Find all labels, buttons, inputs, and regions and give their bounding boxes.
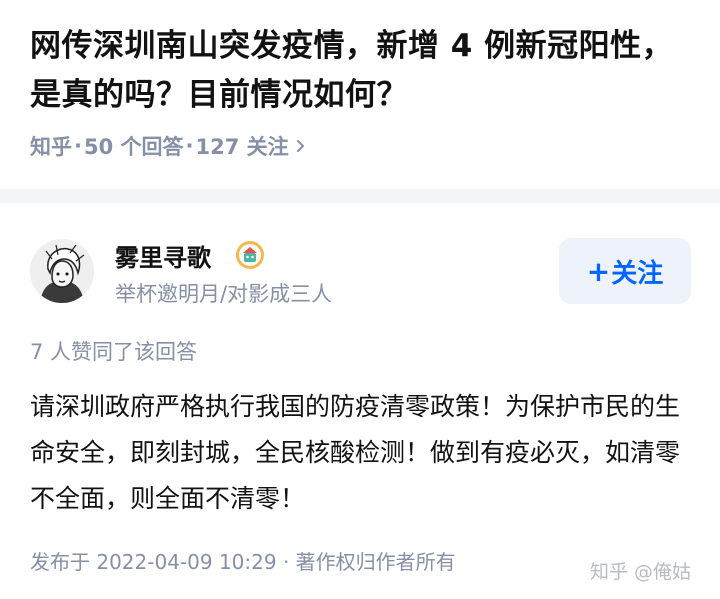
plus-icon: + [586,254,611,288]
question-header: 网传深圳南山突发疫情，新增 4 例新冠阳性，是真的吗？目前情况如何？ 知乎 · … [0,0,720,189]
avatar[interactable] [30,239,94,303]
avatar-illustration [30,239,94,303]
question-meta[interactable]: 知乎 · 50 个回答 · 127 关注 [30,131,307,161]
chevron-right-icon [296,140,304,152]
page: 网传深圳南山突发疫情，新增 4 例新冠阳性，是真的吗？目前情况如何？ 知乎 · … [0,0,720,599]
author-name[interactable]: 雾里寻歌 [115,238,211,273]
user-badge-icon [236,241,264,269]
meta-separator: · [185,134,194,158]
publish-info: 发布于 2022-04-09 10:29 · 著作权归作者所有 [30,550,456,574]
agree-count: 7 人赞同了该回答 [30,340,198,364]
question-title[interactable]: 网传深圳南山突发疫情，新增 4 例新冠阳性，是真的吗？目前情况如何？ [30,22,695,120]
watermark: 知乎 @俺姑 [590,561,692,583]
author-bio: 举杯邀明月/对影成三人 [115,282,333,306]
answer-card: 雾里寻歌 举杯邀明月/对影成三人 + 关注 7 人赞同了该回答 请深圳政府严格执… [0,203,720,599]
follow-button[interactable]: + 关注 [559,238,691,304]
follow-button-label: 关注 [611,258,664,289]
answers-count: 50 个回答 [83,135,184,159]
followers-count: 127 关注 [195,135,289,159]
source-label: 知乎 [30,135,72,159]
answer-content[interactable]: 请深圳政府严格执行我国的防疫清零政策！为保护市民的生命安全，即刻封城，全民核酸检… [30,384,700,522]
section-divider [0,189,720,203]
meta-separator: · [74,134,82,158]
